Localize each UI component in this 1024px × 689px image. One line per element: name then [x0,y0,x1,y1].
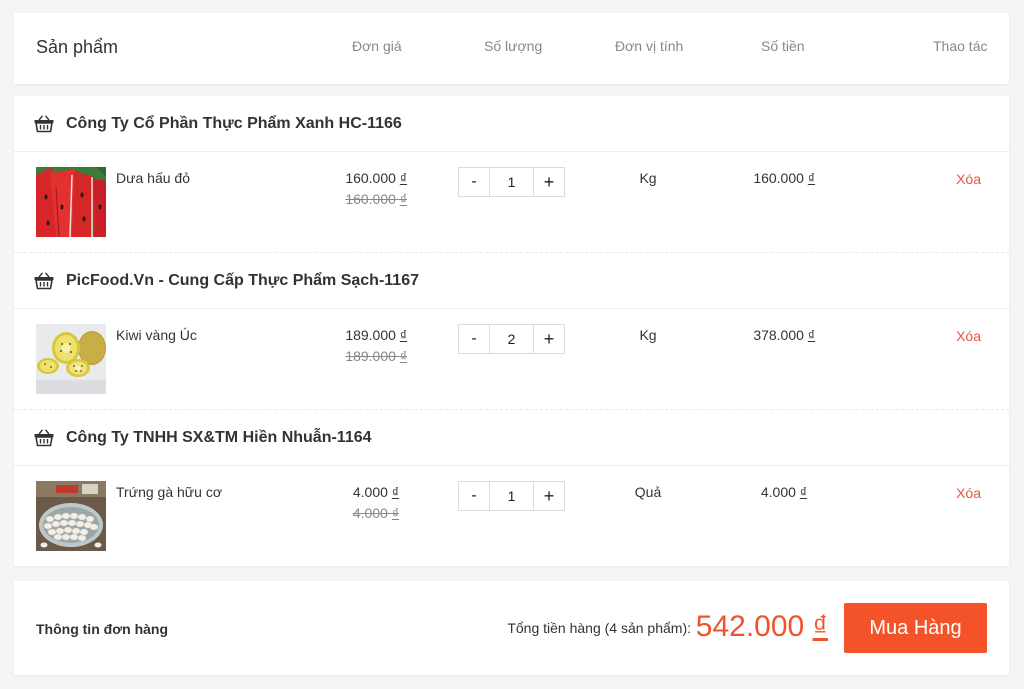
delete-item-button[interactable]: Xóa [956,485,981,501]
cart-header: Sản phẩm Đơn giá Số lượng Đơn vị tính Số… [14,13,1009,84]
quantity-stepper: - + [458,324,565,354]
shop-name[interactable]: Công Ty Cổ Phần Thực Phẩm Xanh HC-1166 [66,115,402,133]
shop-header[interactable]: Công Ty Cổ Phần Thực Phẩm Xanh HC-1166 [14,96,1009,152]
delete-item-button[interactable]: Xóa [956,171,981,187]
currency-symbol: ₫ [399,191,407,207]
quantity-stepper: - + [458,481,565,511]
currency-symbol: ₫ [399,348,407,364]
currency-symbol: ₫ [391,484,399,500]
total-value: 542.000 [695,610,805,643]
price-value: 4.000 [352,484,388,500]
decrease-quantity-button[interactable]: - [459,482,490,510]
original-price-value: 4.000 [352,505,388,521]
unit-of-measure: Quả [634,484,662,500]
unit-price: 4.000 ₫ [353,484,399,500]
currency-symbol: ₫ [399,327,407,343]
unit-price: 189.000 ₫ [345,327,407,343]
delete-item-button[interactable]: Xóa [956,328,981,344]
kiwi-image[interactable] [36,324,106,394]
watermelon-image[interactable] [36,167,106,237]
decrease-quantity-button[interactable]: - [459,325,490,353]
line-total: 160.000 ₫ [753,170,815,186]
line-total-value: 378.000 [753,327,804,343]
unit-column-header: Đơn vị tính [615,38,684,54]
currency-symbol: ₫ [812,610,828,643]
shop-header[interactable]: Công Ty TNHH SX&TM Hiền Nhuẫn-1164 [14,410,1009,466]
line-total: 4.000 ₫ [761,484,807,500]
quantity-column-header: Số lượng [484,38,543,54]
quantity-stepper: - + [458,167,565,197]
increase-quantity-button[interactable]: + [533,325,564,353]
unit-of-measure: Kg [639,170,657,186]
unit-of-measure: Kg [639,327,657,343]
product-column-header: Sản phẩm [36,37,119,57]
shop-header[interactable]: PicFood.Vn - Cung Cấp Thực Phẩm Sạch-116… [14,253,1009,309]
order-info-title: Thông tin đơn hàng [36,621,169,637]
unit-price: 160.000 ₫ [345,170,407,186]
line-total: 378.000 ₫ [753,327,815,343]
currency-symbol: ₫ [807,170,815,186]
line-total-value: 4.000 [760,484,796,500]
cart-list: Công Ty Cổ Phần Thực Phẩm Xanh HC-1166 D… [14,96,1009,566]
actions-column-header: Thao tác [933,38,988,54]
increase-quantity-button[interactable]: + [533,482,564,510]
checkout-button[interactable]: Mua Hàng [844,603,987,653]
amount-column-header: Số tiền [761,38,805,54]
decrease-quantity-button[interactable]: - [459,168,490,196]
original-price: 189.000 ₫ [345,348,407,364]
shop-name[interactable]: PicFood.Vn - Cung Cấp Thực Phẩm Sạch-116… [66,272,419,290]
currency-symbol: ₫ [799,484,807,500]
currency-symbol: ₫ [391,505,399,521]
cart-item-row: Dưa hấu đỏ 160.000 ₫ 160.000 ₫ - + Kg 16… [14,152,1009,253]
basket-icon [34,115,54,133]
basket-icon [34,429,54,447]
basket-icon [34,272,54,290]
cart-item-row: Kiwi vàng Úc 189.000 ₫ 189.000 ₫ - + Kg … [14,309,1009,410]
item-name[interactable]: Dưa hấu đỏ [116,170,190,186]
original-price: 4.000 ₫ [353,505,399,521]
total-label: Tổng tiền hàng (4 sản phẩm): [507,620,691,636]
item-name[interactable]: Kiwi vàng Úc [116,327,197,343]
quantity-input[interactable] [490,325,533,353]
total-amount: 542.000 ₫ [696,610,828,644]
price-value: 189.000 [345,327,396,343]
original-price-value: 189.000 [345,348,396,364]
unit-price-column-header: Đơn giá [352,38,402,54]
price-value: 160.000 [345,170,396,186]
order-summary: Thông tin đơn hàng Tổng tiền hàng (4 sản… [14,581,1009,675]
item-name[interactable]: Trứng gà hữu cơ [116,484,222,500]
original-price-value: 160.000 [345,191,396,207]
increase-quantity-button[interactable]: + [533,168,564,196]
quantity-input[interactable] [490,482,533,510]
currency-symbol: ₫ [399,170,407,186]
quantity-input[interactable] [490,168,533,196]
currency-symbol: ₫ [807,327,815,343]
shop-name[interactable]: Công Ty TNHH SX&TM Hiền Nhuẫn-1164 [66,429,372,447]
cart-item-row: Trứng gà hữu cơ 4.000 ₫ 4.000 ₫ - + Quả … [14,466,1009,567]
eggs-image[interactable] [36,481,106,551]
line-total-value: 160.000 [753,170,804,186]
original-price: 160.000 ₫ [345,191,407,207]
